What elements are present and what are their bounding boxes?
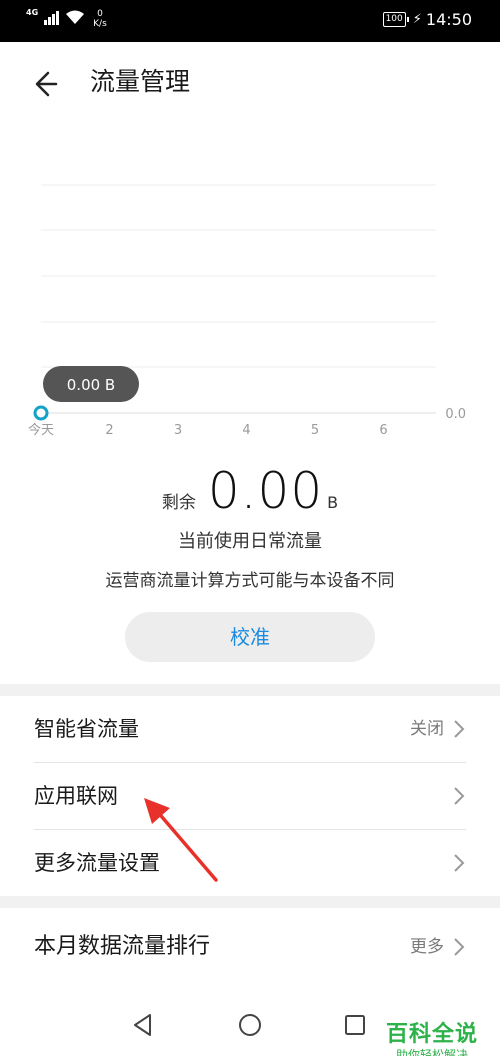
remaining-label: 剩余 — [161, 493, 196, 513]
nav-back-icon[interactable] — [130, 1012, 156, 1038]
chevron-right-icon — [454, 938, 465, 956]
network-type: 4G — [26, 8, 39, 17]
more-data-settings-row[interactable]: 更多流量设置 — [0, 830, 500, 896]
smart-data-saver-row[interactable]: 智能省流量 关闭 — [0, 696, 500, 762]
chevron-right-icon — [454, 787, 465, 805]
x-tick-label: 3 — [174, 423, 182, 438]
x-tick-label: 5 — [311, 423, 319, 438]
app-networking-row[interactable]: 应用联网 — [0, 763, 500, 829]
app-header: 流量管理 — [0, 42, 500, 122]
data-point — [33, 405, 49, 421]
section-divider — [0, 684, 500, 696]
calibrate-button[interactable]: 校准 — [125, 612, 375, 662]
watermark-subtitle: 助你轻松解决 — [395, 1048, 468, 1056]
tooltip-text: 0.00 B — [67, 376, 115, 394]
row-value: 关闭 — [410, 719, 444, 739]
chevron-right-icon — [454, 854, 465, 872]
x-tick-label: 2 — [105, 423, 113, 438]
row-label: 智能省流量 — [34, 717, 139, 741]
section-divider — [0, 896, 500, 908]
remaining-usage: 剩余 0.00 B — [0, 462, 500, 522]
more-link: 更多 — [410, 937, 444, 957]
network-speed: 0 K/s — [93, 9, 107, 29]
nav-recents-icon[interactable] — [342, 1012, 368, 1038]
page-title: 流量管理 — [90, 67, 191, 96]
status-bar: 4G 0 K/s 100 ⚡ 14:50 — [0, 0, 500, 42]
plan-info: 当前使用日常流量 — [178, 531, 322, 552]
usage-chart: 今天 2 3 4 5 6 0.0 0.00 B — [28, 184, 466, 438]
carrier-note: 运营商流量计算方式可能与本设备不同 — [105, 571, 395, 591]
nav-home-icon[interactable] — [237, 1012, 263, 1038]
y-axis-label: 0.0 — [445, 407, 466, 422]
remaining-unit: B — [327, 493, 339, 512]
row-label: 本月数据流量排行 — [34, 934, 211, 959]
row-label: 应用联网 — [34, 784, 118, 808]
speed-unit: K/s — [93, 19, 107, 29]
charging-icon: ⚡ — [412, 12, 422, 27]
battery-icon: 100 — [382, 12, 409, 27]
clock: 14:50 — [425, 10, 472, 29]
annotation-arrow-icon — [144, 798, 218, 882]
x-tick-label: 4 — [242, 423, 250, 438]
watermark-title: 百科全说 — [385, 1022, 478, 1047]
remaining-value: 0.00 — [207, 462, 324, 520]
status-right: 100 ⚡ 14:50 — [382, 10, 472, 29]
x-tick-label: 6 — [379, 423, 387, 438]
status-left: 4G 0 K/s — [26, 8, 107, 30]
back-arrow-icon[interactable] — [30, 64, 70, 104]
chevron-right-icon — [454, 720, 465, 738]
x-tick-label: 今天 — [28, 422, 54, 438]
monthly-ranking-row[interactable]: 本月数据流量排行 更多 — [0, 914, 500, 980]
signal-icon — [44, 9, 60, 25]
speed-value: 0 — [97, 9, 103, 19]
watermark-logo: 百科全说 助你轻松解决 — [378, 1022, 486, 1056]
wifi-icon — [66, 10, 85, 24]
